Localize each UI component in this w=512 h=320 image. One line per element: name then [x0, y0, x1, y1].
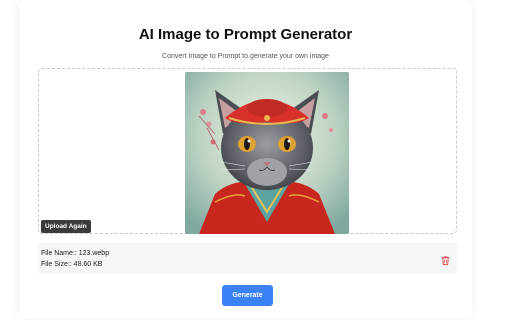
file-name: File Name:: 123.webp — [41, 250, 110, 257]
uploaded-image-preview — [185, 72, 349, 234]
upload-again-button[interactable]: Upload Again — [41, 220, 91, 233]
file-info-panel: File Name:: 123.webp File Size:: 48.60 K… — [38, 243, 457, 274]
image-dropzone[interactable]: Upload Again — [38, 68, 457, 234]
generate-button[interactable]: Generate — [222, 285, 273, 306]
page-subtitle: Convert Image to Prompt to generate your… — [162, 53, 329, 60]
generator-card: AI Image to Prompt Generator Convert Ima… — [19, 0, 472, 318]
page-title: AI Image to Prompt Generator — [138, 26, 353, 43]
trash-icon[interactable] — [440, 253, 451, 266]
file-size: File Size:: 48.60 KB — [41, 261, 103, 268]
